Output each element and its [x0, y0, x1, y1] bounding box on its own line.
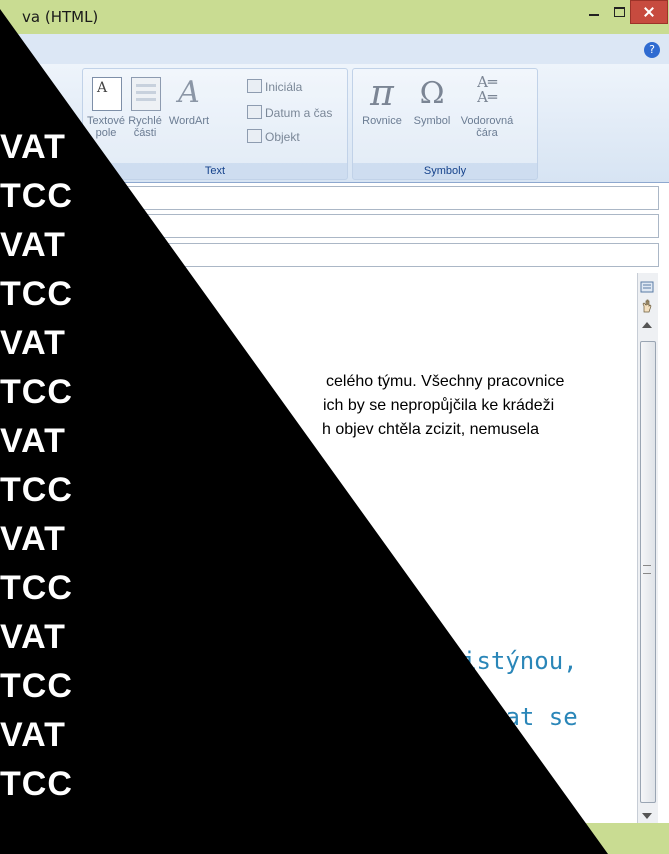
- group-label-text: Text: [83, 163, 347, 179]
- message-line: h objev chtěla zcizit, nemusela: [322, 421, 539, 438]
- minimize-icon[interactable]: [582, 3, 606, 23]
- watermark-text: VAT: [0, 618, 66, 656]
- horizontal-line-button[interactable]: A═ A═ Vodorovná čára: [457, 69, 517, 149]
- watermark-text: TCC: [0, 373, 73, 411]
- watermark-text: VAT: [0, 422, 66, 460]
- date-time-icon: [247, 105, 262, 119]
- scroll-down-icon[interactable]: [642, 813, 652, 819]
- equation-icon: π: [370, 73, 394, 114]
- drop-cap-label: Iniciála: [265, 80, 303, 94]
- signature-line: istýnou,: [462, 647, 578, 675]
- watermark-text: TCC: [0, 569, 73, 607]
- ribbon-tab-strip: [0, 34, 669, 65]
- ribbon-group-text: Text Textové pole Rychlé části A WordArt…: [82, 68, 348, 180]
- horizontal-line-label: Vodorovná čára: [460, 115, 514, 139]
- watermark-text: TCC: [0, 471, 73, 509]
- text-box-icon: [92, 77, 122, 111]
- horizontal-line-icon: A═ A═: [477, 73, 497, 106]
- ruler-toggle-icon[interactable]: [640, 280, 654, 294]
- object-label: Objekt: [265, 130, 300, 144]
- watermark-text: TCC: [0, 177, 73, 215]
- scroll-grip-icon: [643, 565, 651, 574]
- text-box-button[interactable]: Textové pole: [87, 69, 125, 149]
- object-icon: [247, 129, 262, 143]
- wordart-icon: A: [178, 75, 200, 110]
- window-title: va (HTML): [22, 8, 99, 26]
- watermark-text: VAT: [0, 128, 66, 166]
- symbol-label: Symbol: [413, 115, 451, 127]
- drop-cap-icon: [247, 79, 262, 93]
- symbol-icon: Ω: [419, 76, 445, 111]
- quick-parts-icon: [131, 77, 161, 111]
- symbol-button[interactable]: Ω Symbol: [409, 69, 455, 149]
- watermark-text: VAT: [0, 520, 66, 558]
- hand-icon[interactable]: [640, 299, 654, 313]
- watermark-text: VAT: [0, 324, 66, 362]
- watermark-text: TCC: [0, 765, 73, 803]
- message-line: celého týmu. Všechny pracovnice: [326, 373, 565, 390]
- help-icon[interactable]: ?: [644, 42, 660, 58]
- quick-parts-button[interactable]: Rychlé části: [127, 69, 163, 149]
- group-label-symbols: Symboly: [353, 163, 537, 179]
- date-time-button[interactable]: Datum a čas: [247, 105, 332, 120]
- watermark-text: TCC: [0, 667, 73, 705]
- wordart-button[interactable]: A WordArt: [165, 69, 213, 149]
- window-title-bar: va (HTML): [0, 0, 669, 35]
- ribbon-group-symbols: Symboly π Rovnice Ω Symbol A═ A═ Vodorovn…: [352, 68, 538, 180]
- wordart-label: WordArt: [168, 115, 210, 127]
- scroll-up-icon[interactable]: [642, 322, 652, 328]
- drop-cap-button[interactable]: Iniciála: [247, 79, 302, 94]
- equation-label: Rovnice: [362, 115, 402, 127]
- watermark-text: VAT: [0, 226, 66, 264]
- maximize-icon[interactable]: [607, 3, 631, 23]
- watermark-text: TCC: [0, 275, 73, 313]
- watermark-text: VAT: [0, 716, 66, 754]
- message-line: ich by se nepropůjčila ke krádeži: [323, 397, 555, 414]
- text-box-label: Textové pole: [87, 115, 125, 139]
- equation-button[interactable]: π Rovnice: [357, 69, 407, 149]
- object-button[interactable]: Objekt: [247, 129, 300, 144]
- date-time-label: Datum a čas: [265, 106, 333, 120]
- quick-parts-label: Rychlé části: [128, 115, 162, 139]
- close-icon[interactable]: [630, 0, 668, 24]
